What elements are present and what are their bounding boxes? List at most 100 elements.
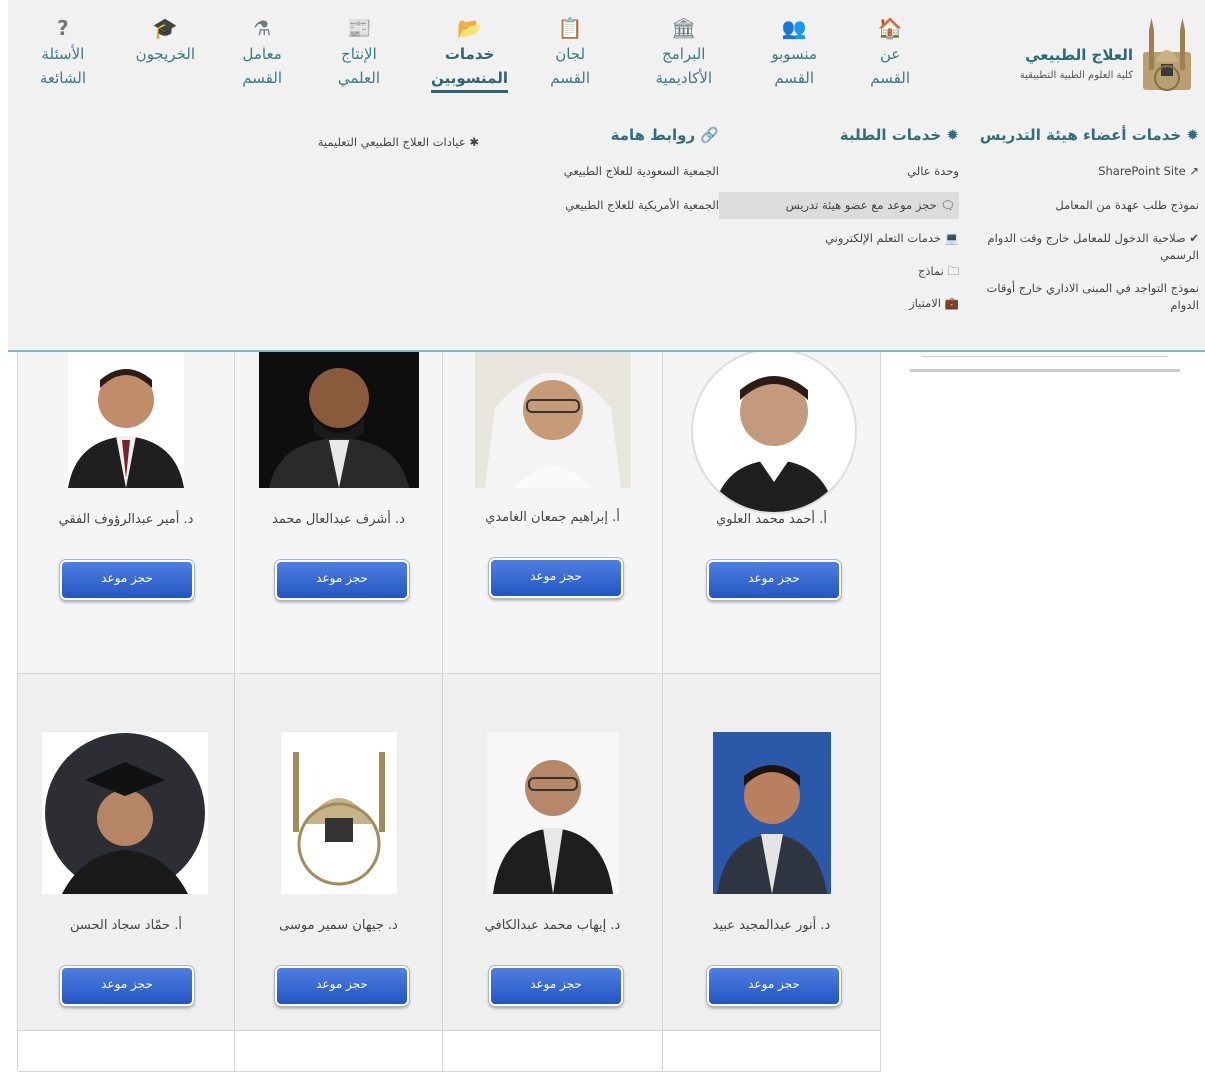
elearning-link[interactable]: 💻 خدمات التعلم الإلكتروني xyxy=(825,230,959,247)
staff-photo xyxy=(259,348,419,488)
staff-name: أ. حمّاد سجاد الحسن xyxy=(70,918,182,933)
after-hours-link[interactable]: نموذج التواجد في المبنى الاداري خارج أوق… xyxy=(963,280,1199,314)
nav-alumni[interactable]: 🎓 الخريجون xyxy=(136,14,195,66)
nav-committees[interactable]: 📋 لجان القسم xyxy=(550,14,590,90)
flask-icon: ⚗ xyxy=(253,16,272,40)
book-appointment-button[interactable]: حجز موعد xyxy=(489,558,623,598)
aali-unit-link[interactable]: وحدة عالي xyxy=(907,163,959,180)
nav-label: خدمات xyxy=(444,45,495,63)
clinics-link[interactable]: ✱ عيادات العلاج الطبيعي التعليمية xyxy=(318,134,479,151)
nav-label: القسم xyxy=(870,69,910,87)
staff-card: أ. حمّاد سجاد الحسن حجز موعد xyxy=(18,674,235,1031)
staff-card: د. أشرف عبدالعال محمد حجز موعد xyxy=(235,330,443,674)
university-logo-placeholder xyxy=(281,732,397,894)
nav-label: القسم xyxy=(242,69,282,87)
cog-icon: ✱ xyxy=(469,135,479,149)
staff-photo xyxy=(713,732,831,894)
book-appointment-button[interactable]: حجز موعد xyxy=(60,560,194,600)
top-navigation: العلاج الطبيعي كلية العلوم الطبية التطبي… xyxy=(8,0,1205,104)
users-icon: 👥 xyxy=(781,16,807,40)
lab-access-link[interactable]: ✔ صلاحية الدخول للمعامل خارج وقت الدوام … xyxy=(963,230,1199,264)
newspaper-icon: 📰 xyxy=(346,16,372,40)
book-appointment-link[interactable]: 🗨 حجز موعد مع عضو هيئة تدريس xyxy=(719,192,959,219)
staff-name: أ. إبراهيم جمعان الغامدي xyxy=(485,510,620,525)
nav-label: الخريجون xyxy=(135,45,195,63)
home-icon: 🏠 xyxy=(877,16,903,40)
staff-photo xyxy=(42,732,208,894)
brand[interactable]: العلاج الطبيعي كلية العلوم الطبية التطبي… xyxy=(975,12,1195,94)
staff-card: د. أنور عبدالمجيد عبيد حجز موعد xyxy=(663,674,881,1031)
gear-icon: ✹ xyxy=(946,126,959,144)
staff-card xyxy=(443,1031,663,1072)
briefcase-icon: 💼 xyxy=(944,296,959,310)
link-icon: 🔗 xyxy=(700,126,719,144)
staff-card xyxy=(235,1031,443,1072)
student-services-heading: ✹ خدمات الطلبة xyxy=(839,126,959,144)
nav-label: الأكاديمية xyxy=(655,69,712,87)
nav-research[interactable]: 📰 الإنتاج العلمي xyxy=(338,14,380,90)
staff-name: د. إيهاب محمد عبدالكافي xyxy=(484,918,621,933)
services-dropdown: ✹ خدمات أعضاء هيئة التدريس ↗ SharePoint … xyxy=(8,104,1205,352)
comments-icon: 🗨 xyxy=(940,198,955,212)
staff-card: أ. أحمد محمد العلوي حجز موعد xyxy=(663,330,881,674)
nav-label: الإنتاج xyxy=(341,45,377,63)
staff-name: أ. أحمد محمد العلوي xyxy=(716,512,827,527)
nav-label: القسم xyxy=(550,69,590,87)
staff-card: أ. إبراهيم جمعان الغامدي حجز موعد xyxy=(443,330,663,674)
book-appointment-button[interactable]: حجز موعد xyxy=(60,966,194,1006)
nav-label: القسم xyxy=(774,69,815,87)
staff-card xyxy=(663,1031,881,1072)
book-appointment-button[interactable]: حجز موعد xyxy=(707,966,841,1006)
umm-al-qura-logo xyxy=(1143,18,1191,91)
book-appointment-button[interactable]: حجز موعد xyxy=(275,966,409,1006)
important-links-heading: 🔗 روابط هامة xyxy=(610,126,719,144)
nav-staff-services[interactable]: 📂 خدمات المنسوبين xyxy=(431,14,508,93)
check-icon: ✔ xyxy=(1189,231,1199,245)
american-pt-link[interactable]: الجمعية الأمريكية للعلاج الطبيعي xyxy=(565,197,719,214)
staff-card: د. أمير عبدالرؤوف الفقي حجز موعد xyxy=(18,330,235,674)
staff-name: د. جيهان سمير موسى xyxy=(279,918,398,933)
laptop-icon: 💻 xyxy=(944,231,959,245)
divider xyxy=(922,356,1168,357)
nav-label: العلمي xyxy=(337,69,380,87)
folder-icon: 🗀 xyxy=(947,264,960,278)
sharepoint-link[interactable]: ↗ SharePoint Site xyxy=(1098,163,1199,180)
nav-labs[interactable]: ⚗ معامل القسم xyxy=(242,14,282,90)
clipboard-icon: 📋 xyxy=(557,16,583,40)
question-icon: ? xyxy=(57,16,69,40)
staff-card: د. إيهاب محمد عبدالكافي حجز موعد xyxy=(443,674,663,1031)
nav-label: منسوبو xyxy=(771,45,817,63)
staff-name: د. أشرف عبدالعال محمد xyxy=(272,512,405,527)
lab-custody-link[interactable]: نموذج طلب عهدة من المعامل xyxy=(1055,197,1199,214)
nav-label: البرامج xyxy=(662,45,706,63)
book-appointment-button[interactable]: حجز موعد xyxy=(707,560,841,600)
staff-photo xyxy=(475,348,631,488)
staff-photo xyxy=(487,732,619,894)
brand-title: العلاج الطبيعي xyxy=(1025,46,1133,64)
forms-link[interactable]: 🗀 نماذج xyxy=(918,263,959,280)
external-link-icon: ↗ xyxy=(1189,164,1199,178)
faculty-services-heading: ✹ خدمات أعضاء هيئة التدريس xyxy=(979,126,1199,144)
nav-staff[interactable]: 👥 منسوبو القسم xyxy=(771,14,817,90)
staff-name: د. أمير عبدالرؤوف الفقي xyxy=(58,512,194,527)
staff-card: د. جيهان سمير موسى حجز موعد xyxy=(235,674,443,1031)
gear-icon: ✹ xyxy=(1186,126,1199,144)
staff-photo xyxy=(691,348,857,514)
university-icon: 🏛 xyxy=(671,16,697,40)
nav-label: الشائعة xyxy=(39,69,86,87)
saudi-pt-link[interactable]: الجمعية السعودية للعلاج الطبيعي xyxy=(564,163,719,180)
staff-grid: أ. أحمد محمد العلوي حجز موعد أ. إبراهيم … xyxy=(17,330,881,1072)
nav-faq[interactable]: ? الأسئلة الشائعة xyxy=(40,14,86,90)
book-appointment-button[interactable]: حجز موعد xyxy=(489,966,623,1006)
internship-link[interactable]: 💼 الامتياز xyxy=(909,295,959,312)
nav-label: لجان xyxy=(555,45,586,63)
nav-label: معامل xyxy=(242,45,282,63)
nav-about[interactable]: 🏠 عن القسم xyxy=(870,14,910,90)
graduation-cap-icon: 🎓 xyxy=(152,16,178,40)
nav-programs[interactable]: 🏛 البرامج الأكاديمية xyxy=(655,14,712,90)
staff-card xyxy=(18,1031,235,1072)
nav-label: المنسوبين xyxy=(431,66,508,93)
divider xyxy=(910,369,1180,372)
brand-subtitle: كلية العلوم الطبية التطبيقية xyxy=(1019,70,1133,81)
book-appointment-button[interactable]: حجز موعد xyxy=(275,560,409,600)
